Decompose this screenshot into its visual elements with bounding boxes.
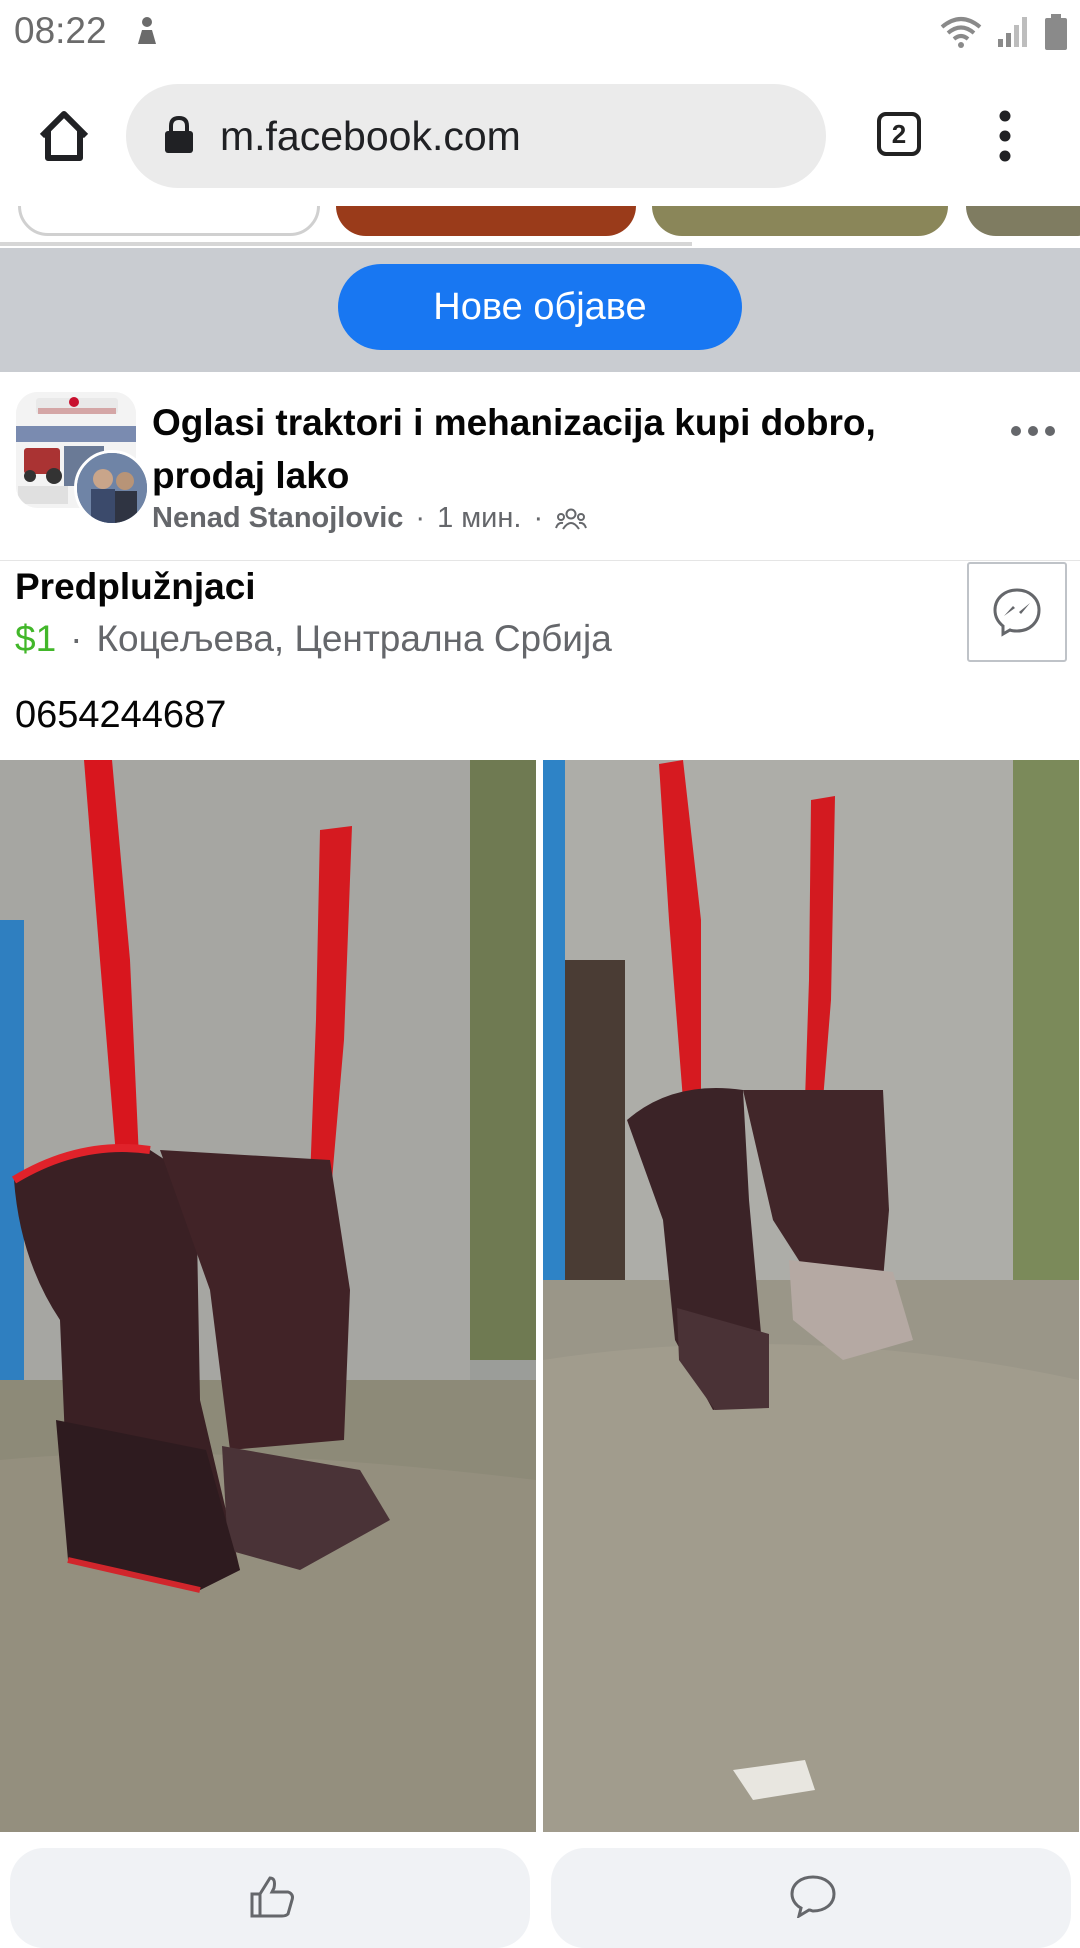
group-icon (555, 508, 588, 530)
stories-strip[interactable] (0, 206, 1080, 246)
tab-switcher-button[interactable]: 2 (877, 112, 921, 156)
listing-photo[interactable] (0, 760, 536, 1832)
group-name[interactable]: Oglasi traktori i mehanizacija kupi dobr… (152, 396, 932, 502)
listing-title: Predplužnjaci (15, 566, 256, 607)
battery-icon (1045, 14, 1067, 50)
message-seller-button[interactable] (967, 562, 1067, 662)
meta-separator: · (533, 502, 544, 534)
post-action-bar (0, 1838, 1080, 1948)
new-posts-bar: Нове објаве (0, 248, 1080, 372)
thumbs-up-icon (250, 1876, 294, 1918)
user-avatar[interactable] (74, 450, 150, 526)
story-chip[interactable] (966, 206, 1080, 236)
story-chip[interactable] (18, 206, 320, 236)
post-meta: Nenad Stanojlovic · 1 мин. · (152, 502, 588, 535)
user-avatar-image (77, 453, 147, 523)
story-chip[interactable] (652, 206, 948, 236)
post-time[interactable]: 1 мин. (437, 502, 521, 535)
url-text: m.facebook.com (220, 113, 521, 159)
browser-toolbar: m.facebook.com 2 (0, 64, 1080, 206)
plough-photo-1 (0, 760, 536, 1832)
comment-button[interactable] (551, 1848, 1071, 1948)
notification-icon (138, 17, 156, 44)
lock-icon (165, 116, 193, 153)
status-time: 08:22 (14, 10, 107, 51)
wifi-icon (940, 17, 982, 48)
author-name[interactable]: Nenad Stanojlovic (152, 502, 403, 535)
messenger-icon (993, 588, 1041, 637)
new-posts-button[interactable]: Нове објаве (338, 264, 742, 350)
scroll-indicator (0, 242, 692, 246)
more-options-icon[interactable] (1010, 424, 1056, 438)
meta-separator: · (415, 502, 426, 534)
listing-photo[interactable] (543, 760, 1079, 1832)
listing-price: $1 (15, 618, 57, 659)
listing-separator: · (70, 618, 83, 659)
overflow-menu-icon[interactable] (990, 108, 1020, 164)
listing-location: Коцељева, Централна Србија (96, 618, 612, 659)
story-chip[interactable] (336, 206, 636, 236)
address-bar[interactable]: m.facebook.com (126, 84, 826, 188)
listing-details: $1 · Коцељева, Централна Србија (15, 618, 612, 660)
post-text: 0654244687 (15, 694, 227, 736)
signal-icon (998, 17, 1027, 47)
like-button[interactable] (10, 1848, 530, 1948)
home-icon[interactable] (36, 108, 92, 164)
status-bar: 08:22 (0, 0, 1080, 64)
plough-photo-2 (543, 760, 1079, 1832)
post-header: Oglasi traktori i mehanizacija kupi dobr… (0, 372, 1080, 561)
status-icons (940, 12, 1068, 52)
comment-icon (790, 1875, 836, 1918)
